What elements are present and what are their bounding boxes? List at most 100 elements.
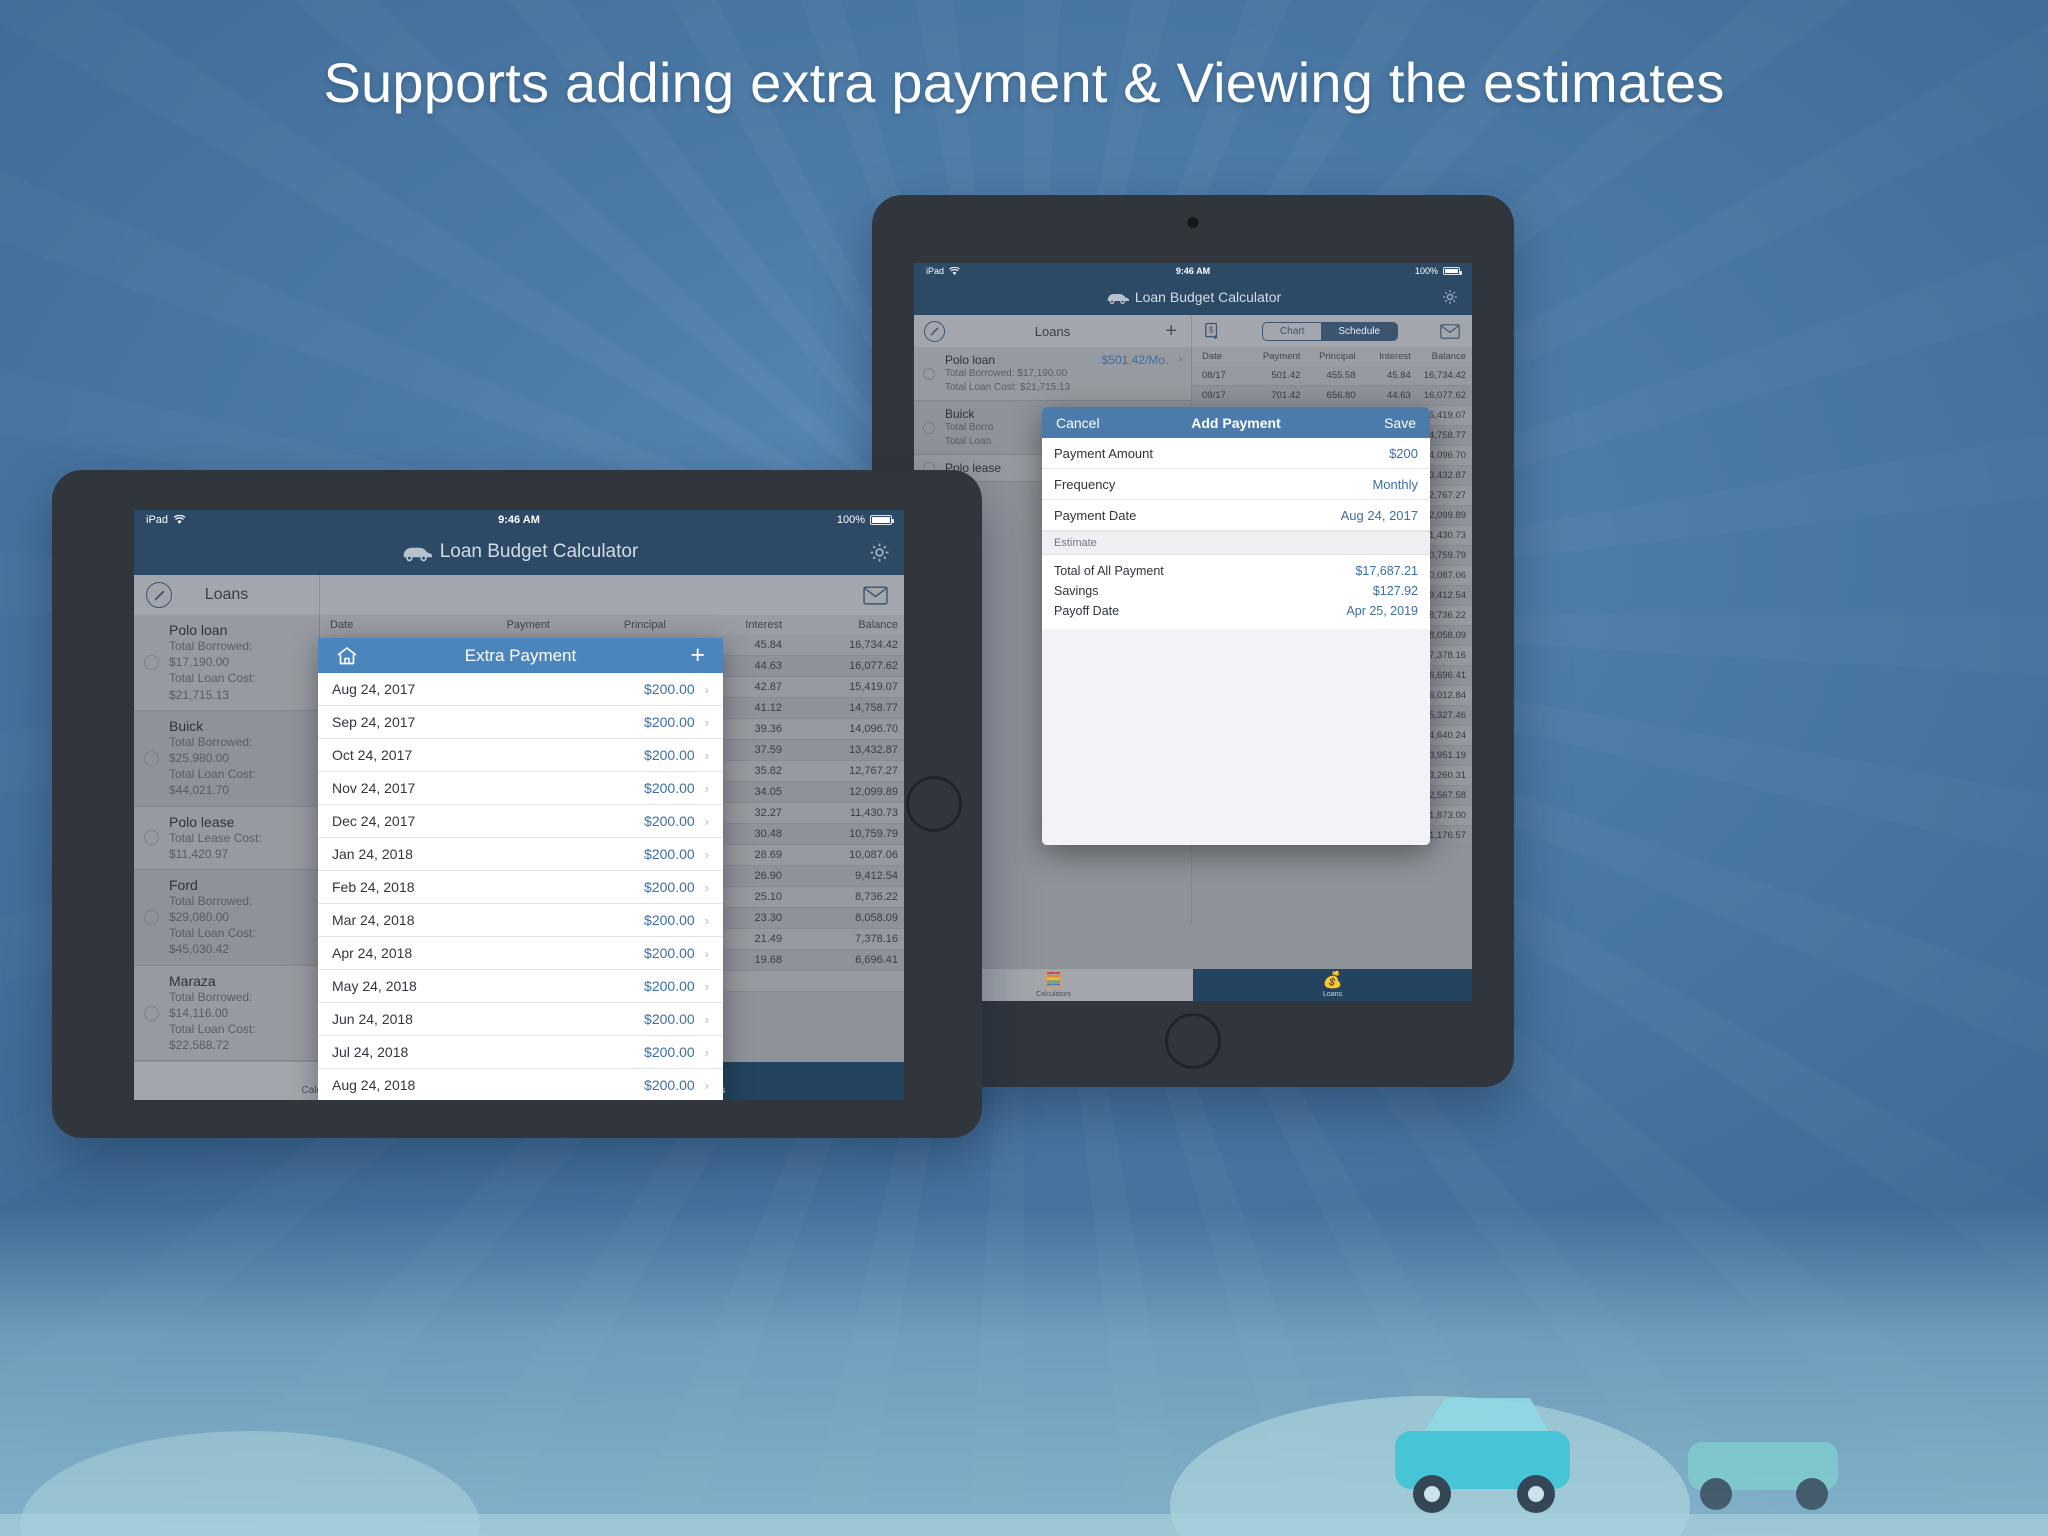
col-date: Date [330, 619, 354, 631]
clock-back: 9:46 AM [1175, 266, 1211, 276]
extra-payment-row[interactable]: Sep 24, 2017 $200.00 › [318, 706, 723, 739]
tab-loans-back[interactable]: 💰 Loans [1193, 969, 1472, 1001]
ipad-home-button-back[interactable] [1165, 1013, 1221, 1069]
loans-toolbar-title-back: Loans [1034, 323, 1071, 339]
extra-payment-row[interactable]: Oct 24, 2017 $200.00 › [318, 739, 723, 772]
loan-radio[interactable] [144, 830, 159, 846]
estimate-section-header: Estimate [1042, 531, 1430, 555]
extra-payment-amount: $200.00 [644, 978, 695, 994]
extra-payment-header: Extra Payment + [318, 638, 723, 673]
loan-row[interactable]: Buick Total Borrowed: $25,980.00 Total Loa… [134, 711, 319, 807]
extra-payment-row[interactable]: Nov 24, 2017 $200.00 › [318, 772, 723, 805]
segment-schedule[interactable]: Schedule [1321, 322, 1398, 340]
schedule-cell: 14,758.77 [849, 702, 898, 714]
loan-cost: Total Lease Cost: $11,420.97 [169, 830, 262, 861]
extra-payment-date: Nov 24, 2017 [332, 780, 416, 796]
col-date: Date [1202, 351, 1223, 362]
schedule-cell: 14,096.70 [849, 723, 898, 735]
extra-payment-row[interactable]: Dec 24, 2017 $200.00 › [318, 805, 723, 838]
scene-illustration [0, 1396, 2048, 1536]
loan-row[interactable]: Polo loan Total Borrowed: $17,190.00 Tot… [914, 347, 1191, 401]
extra-payment-row[interactable]: Apr 24, 2018 $200.00 › [318, 937, 723, 970]
document-dollar-icon[interactable]: $ [1204, 322, 1220, 340]
loan-radio[interactable] [923, 421, 935, 434]
loan-radio[interactable] [144, 654, 159, 670]
add-payment-title: Add Payment [1191, 414, 1281, 431]
loan-radio[interactable] [923, 367, 935, 380]
add-payment-modal[interactable]: Cancel Add Payment Save Payment Amount $… [1042, 407, 1430, 845]
extra-payment-date: Jul 24, 2018 [332, 1044, 409, 1060]
extra-payment-row[interactable]: Feb 24, 2018 $200.00 › [318, 871, 723, 904]
extra-payment-row[interactable]: Jun 24, 2018 $200.00 › [318, 1003, 723, 1036]
chart-schedule-segmented-control[interactable]: Chart Schedule [1261, 321, 1399, 341]
add-loan-button-back[interactable]: + [1165, 321, 1177, 341]
loan-info: Polo lease Total Lease Cost: $11,420.97 [169, 814, 309, 862]
gear-icon[interactable] [1442, 289, 1458, 305]
extra-payment-rows[interactable]: Aug 24, 2017 $200.00 › Sep 24, 2017 $200.00 ›… [318, 673, 723, 1100]
loan-name: Polo loan [169, 622, 228, 638]
schedule-cell: 701.42 [1271, 390, 1301, 401]
extra-payment-row[interactable]: Aug 24, 2017 $200.00 › [318, 673, 723, 706]
chevron-right-icon: › [704, 681, 709, 697]
loan-list-front: Polo loan Total Borrowed: $17,190.00 Total… [134, 615, 320, 1062]
frequency-value[interactable]: Monthly [1372, 477, 1418, 492]
payment-amount-value[interactable]: $200 [1389, 446, 1418, 461]
loan-rows-front[interactable]: Polo loan Total Borrowed: $17,190.00 Total… [134, 615, 319, 1062]
extra-payment-amount: $200.00 [644, 846, 695, 862]
tab-bar-back: 🧮 Calculators 💰 Loans [914, 969, 1472, 1001]
schedule-cell: 10,759.79 [849, 828, 898, 840]
col-interest: Interest [1379, 351, 1411, 362]
extra-payment-panel[interactable]: Extra Payment + Aug 24, 2017 $200.00 › Sep … [318, 638, 723, 1100]
loan-radio[interactable] [144, 909, 159, 925]
loan-radio[interactable] [144, 750, 159, 766]
loan-row[interactable]: Maraza Total Borrowed: $14,116.00 Total Lo… [134, 965, 319, 1062]
schedule-row[interactable]: 09/17 701.42 656.80 44.63 16,077.62 [1192, 386, 1472, 406]
envelope-icon[interactable] [863, 585, 888, 605]
loan-row[interactable]: Ford Total Borrowed: $29,080.00 Total Loan… [134, 870, 319, 966]
estimate-list: Total of All Payment $17,687.21 Savings … [1042, 555, 1430, 629]
payment-date-label: Payment Date [1054, 507, 1137, 523]
extra-payment-amount: $200.00 [644, 879, 695, 895]
payment-amount-row[interactable]: Payment Amount $200 [1042, 438, 1430, 469]
loan-row[interactable]: Polo loan Total Borrowed: $17,190.00 Total… [134, 615, 319, 711]
schedule-cell: 501.42 [1271, 370, 1301, 381]
moneybag-icon: 💰 [1322, 971, 1343, 989]
loan-row[interactable]: Polo lease Total Lease Cost: $11,420.97 [134, 806, 319, 870]
chevron-right-icon: › [704, 912, 709, 928]
page-title: Supports adding extra payment & Viewing … [323, 51, 1725, 114]
schedule-cell: 7,378.16 [855, 933, 898, 945]
schedule-cell: 16,734.42 [849, 639, 898, 651]
edit-pencil-icon[interactable] [924, 320, 945, 342]
extra-payment-amount: $200.00 [644, 1044, 695, 1060]
ipad-home-button-front[interactable] [906, 776, 962, 832]
segment-chart[interactable]: Chart [1263, 323, 1321, 340]
extra-payment-row[interactable]: Jan 24, 2018 $200.00 › [318, 838, 723, 871]
tab-label: Calculators [1035, 990, 1071, 998]
screen-back: iPad 9:46 AM 100% Loan Budget Calculator [914, 263, 1472, 1001]
extra-payment-row[interactable]: May 24, 2018 $200.00 › [318, 970, 723, 1003]
gear-icon[interactable] [869, 542, 890, 563]
col-principal: Principal [1319, 351, 1356, 362]
ipad-front: iPad 9:46 AM 100% Loan Budget Calculator [52, 470, 982, 1138]
loan-radio[interactable] [144, 1005, 159, 1021]
loan-cost: Total Loan [945, 435, 992, 447]
extra-payment-row[interactable]: Aug 24, 2018 $200.00 › [318, 1069, 723, 1100]
frequency-row[interactable]: Frequency Monthly [1042, 469, 1430, 500]
save-button[interactable]: Save [1384, 415, 1416, 431]
envelope-icon[interactable] [1440, 323, 1460, 339]
add-extra-payment-button[interactable]: + [690, 643, 705, 668]
loan-cost: Total Loan Cost: $21,715.13 [169, 671, 256, 702]
extra-payment-row[interactable]: Jul 24, 2018 $200.00 › [318, 1036, 723, 1069]
home-icon[interactable] [336, 646, 358, 666]
edit-pencil-icon[interactable] [146, 582, 172, 608]
extra-payment-row[interactable]: Mar 24, 2018 $200.00 › [318, 904, 723, 937]
cancel-button[interactable]: Cancel [1056, 415, 1100, 431]
col-principal: Principal [623, 619, 666, 631]
col-payment: Payment [1262, 351, 1301, 362]
chevron-right-icon: › [704, 978, 709, 994]
schedule-row[interactable]: 08/17 501.42 455.58 45.84 16,734.42 [1192, 366, 1472, 386]
payment-date-row[interactable]: Payment Date Aug 24, 2017 [1042, 500, 1430, 531]
extra-payment-date: Dec 24, 2017 [332, 813, 416, 829]
payment-date-value[interactable]: Aug 24, 2017 [1341, 508, 1418, 523]
schedule-cell: 13,432.87 [849, 744, 898, 756]
